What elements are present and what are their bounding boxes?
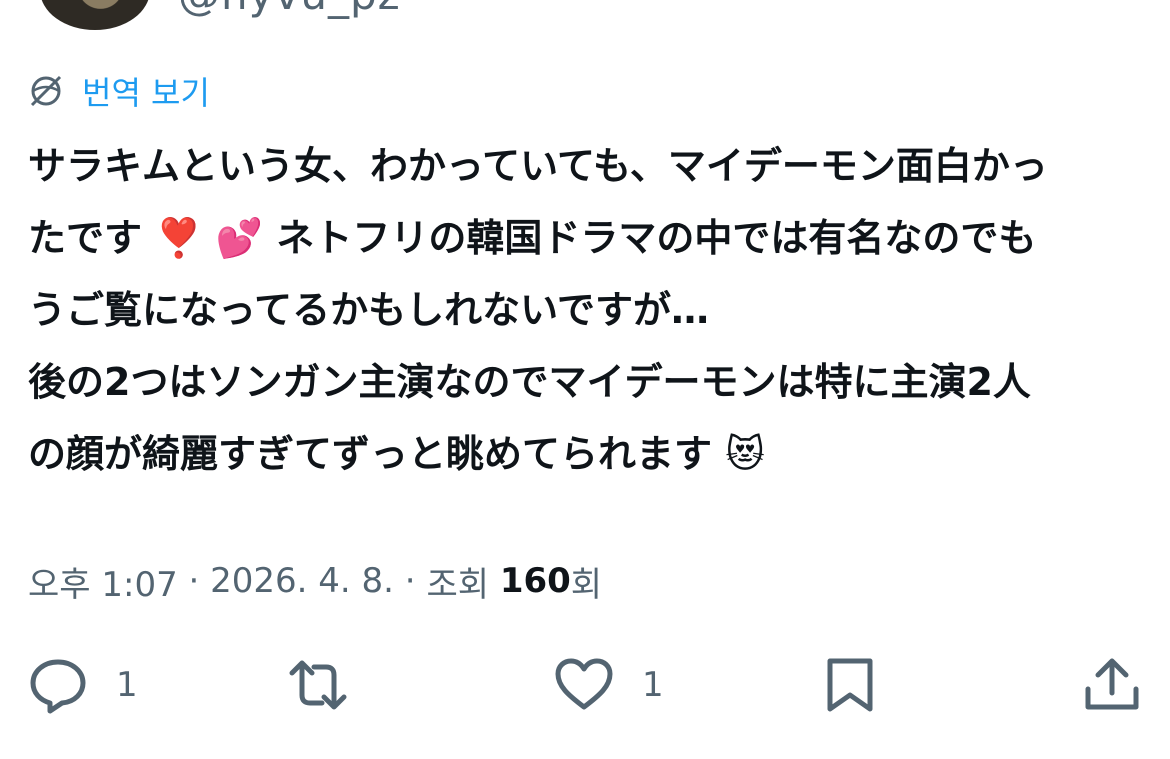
tweet-line: 後の2つはソンガン主演なのでマイデーモンは特に主演2人 bbox=[28, 360, 1031, 404]
like-count: 1 bbox=[642, 665, 664, 705]
heart-icon bbox=[555, 658, 613, 710]
retweet-button[interactable] bbox=[288, 650, 376, 720]
views-count[interactable]: 160 bbox=[500, 561, 571, 601]
reply-icon bbox=[30, 659, 86, 714]
translate-label: 번역 보기 bbox=[82, 74, 210, 112]
post-date[interactable]: 2026. 4. 8. bbox=[210, 561, 394, 601]
translate-globe-icon bbox=[30, 75, 62, 107]
meta-separator: · bbox=[394, 561, 427, 601]
share-button[interactable] bbox=[1082, 650, 1142, 720]
views-suffix: 회 bbox=[570, 564, 603, 605]
views-prefix: 조회 bbox=[426, 564, 500, 605]
share-icon bbox=[1085, 658, 1139, 710]
retweet-icon bbox=[289, 660, 347, 710]
tweet-line: たです ❣️ 💕 ネトフリの韓国ドラマの中では有名なのでも bbox=[28, 216, 1037, 260]
action-bar: 1 1 bbox=[0, 640, 1170, 730]
user-handle[interactable]: @nyvu_pz bbox=[178, 0, 401, 19]
like-button[interactable]: 1 bbox=[554, 650, 664, 720]
reply-button[interactable]: 1 bbox=[28, 650, 138, 720]
avatar[interactable] bbox=[40, 0, 150, 30]
translate-button[interactable]: 번역 보기 bbox=[26, 66, 210, 116]
reply-count: 1 bbox=[116, 665, 138, 705]
bookmark-button[interactable] bbox=[820, 650, 880, 720]
tweet-line: うご覧になってるかもしれないですが… bbox=[28, 288, 709, 332]
meta-separator: · bbox=[177, 561, 211, 601]
tweet-meta: 오후 1:07 · 2026. 4. 8. · 조회 160 회 bbox=[28, 556, 602, 606]
tweet-text: サラキムという女、わかっていても、マイデーモン面白かっ たです ❣️ 💕 ネトフ… bbox=[28, 130, 1143, 490]
bookmark-icon bbox=[827, 658, 873, 712]
tweet-line: サラキムという女、わかっていても、マイデーモン面白かっ bbox=[28, 144, 1048, 188]
post-time[interactable]: 오후 1:07 bbox=[28, 557, 178, 606]
tweet-line: の顔が綺麗すぎてずっと眺めてられます 😻 bbox=[28, 432, 765, 476]
